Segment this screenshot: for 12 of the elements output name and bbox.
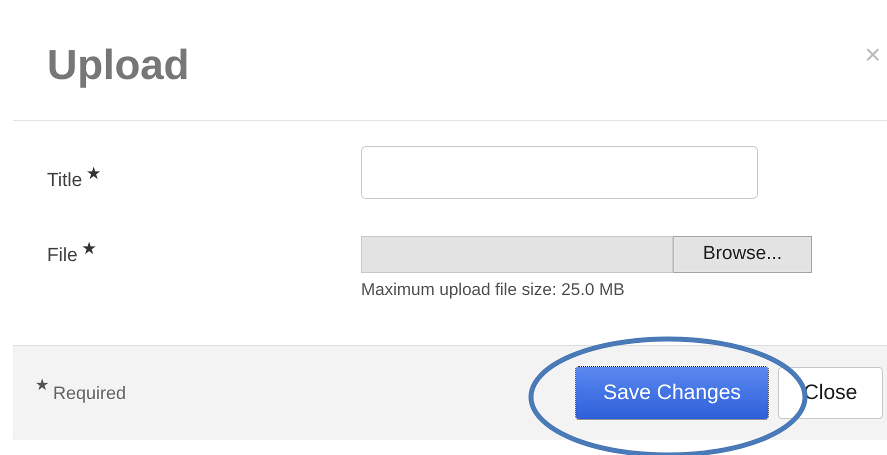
- dialog-title: Upload: [47, 40, 190, 90]
- required-mark: ★: [86, 163, 102, 185]
- field-label: File: [47, 244, 78, 268]
- required-mark: ★: [82, 238, 97, 260]
- save-button[interactable]: Save Changes: [576, 367, 768, 419]
- file-input-field[interactable]: [361, 236, 673, 273]
- help-text: Maximum upload file size: 25.0 MB: [361, 279, 626, 301]
- field-label: Title: [47, 169, 82, 193]
- browse-button[interactable]: Browse...: [673, 236, 812, 273]
- required-note: Required: [53, 382, 126, 405]
- title-input-field[interactable]: [361, 146, 758, 199]
- required-mark: ★: [35, 376, 49, 396]
